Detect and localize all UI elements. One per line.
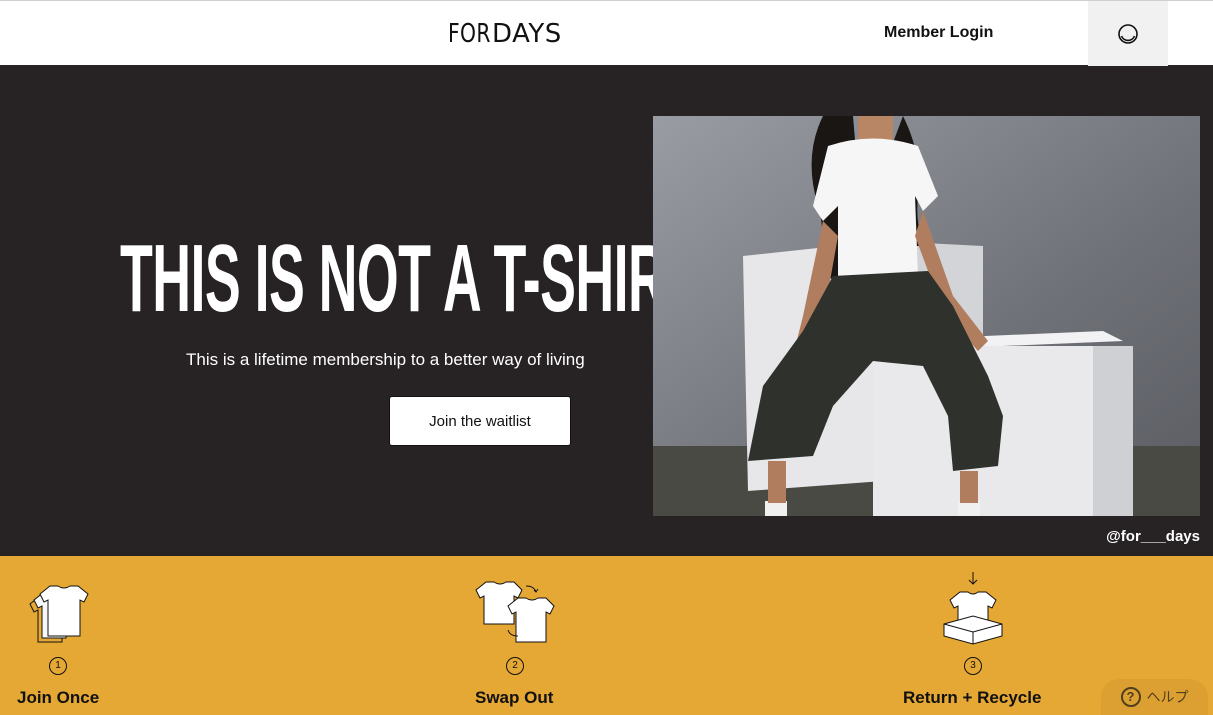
- cart-button[interactable]: [1088, 1, 1168, 66]
- hero-subline: This is a lifetime membership to a bette…: [186, 350, 585, 369]
- step-title: Swap Out: [475, 688, 554, 707]
- step-number: 2: [506, 657, 524, 675]
- help-button[interactable]: ? ヘルプ: [1101, 679, 1208, 715]
- question-icon: ?: [1120, 687, 1141, 707]
- step-join-once: 1 Join Once: [0, 556, 400, 715]
- hero-photo: [653, 116, 1200, 516]
- step-number: 1: [49, 657, 67, 675]
- box-tshirt-icon: [943, 572, 1003, 645]
- steps-section: 1 Join Once 2 Swap Out 3 Return + Recycl…: [0, 556, 1213, 715]
- step-title: Return + Recycle: [903, 688, 1042, 707]
- circle-icon: [1118, 23, 1138, 44]
- step-swap-out: 2 Swap Out: [460, 556, 760, 715]
- help-label: ヘルプ: [1146, 689, 1189, 705]
- join-waitlist-button[interactable]: Join the waitlist: [389, 396, 571, 446]
- member-login-link[interactable]: Member Login: [884, 23, 993, 43]
- instagram-handle[interactable]: @for___days: [1100, 528, 1200, 545]
- hero-section: THIS IS NOT A T-SHIRT This is a lifetime…: [0, 66, 1213, 556]
- step-title: Join Once: [17, 688, 100, 707]
- step-number: 3: [964, 657, 982, 675]
- site-header: FOR DAYS Member Login: [0, 0, 1213, 66]
- hero-headline: THIS IS NOT A T-SHIRT: [120, 225, 699, 332]
- stacked-tshirts-icon: [29, 585, 89, 643]
- swap-tshirts-icon: [475, 581, 555, 643]
- brand-logo[interactable]: FOR DAYS: [448, 19, 561, 49]
